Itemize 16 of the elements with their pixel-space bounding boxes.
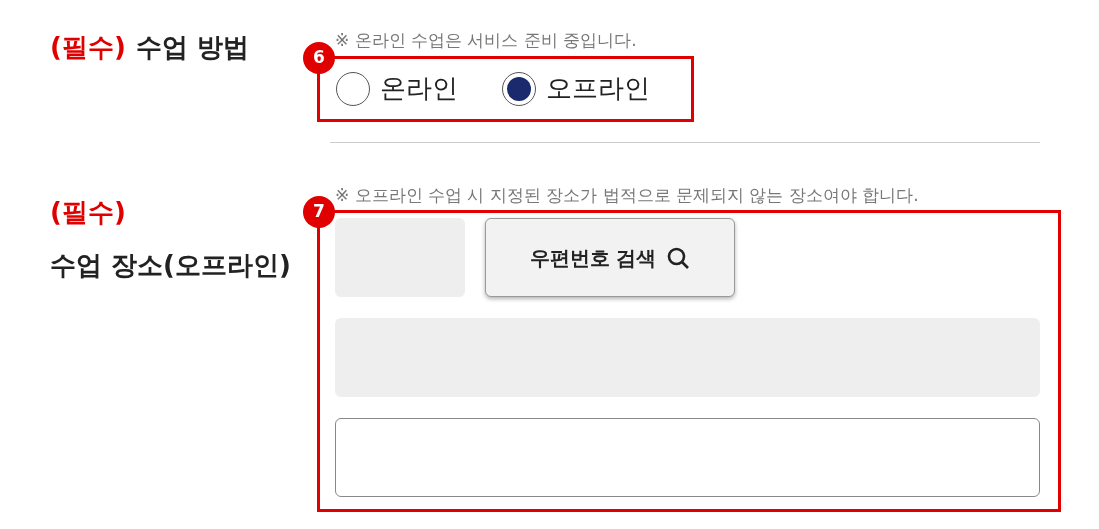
radio-label[interactable]: 오프라인 — [546, 69, 650, 108]
step-number-badge: 6 — [303, 41, 335, 74]
postcode-field[interactable] — [335, 218, 465, 297]
radio-button[interactable] — [336, 71, 370, 106]
required-label: (필수) — [50, 195, 126, 229]
detail-address-field[interactable] — [335, 418, 1040, 497]
required-label: (필수) — [50, 31, 126, 64]
note-text: ※ 온라인 수업은 서비스 준비 중입니다. — [335, 29, 638, 52]
field-label: 수업 방법 — [135, 31, 249, 64]
radio-label[interactable]: 온라인 — [380, 69, 458, 108]
search-icon — [666, 245, 691, 270]
note-text: ※ 오프라인 수업 시 지정된 장소가 법적으로 문제되지 않는 장소여야 합니다. — [335, 183, 920, 207]
step-number-badge: 7 — [303, 196, 335, 228]
radio-button[interactable] — [502, 71, 536, 106]
field-label: 수업 장소(오프라인) — [50, 248, 291, 282]
postcode-search-button[interactable]: 우편번호 검색 — [485, 218, 735, 297]
